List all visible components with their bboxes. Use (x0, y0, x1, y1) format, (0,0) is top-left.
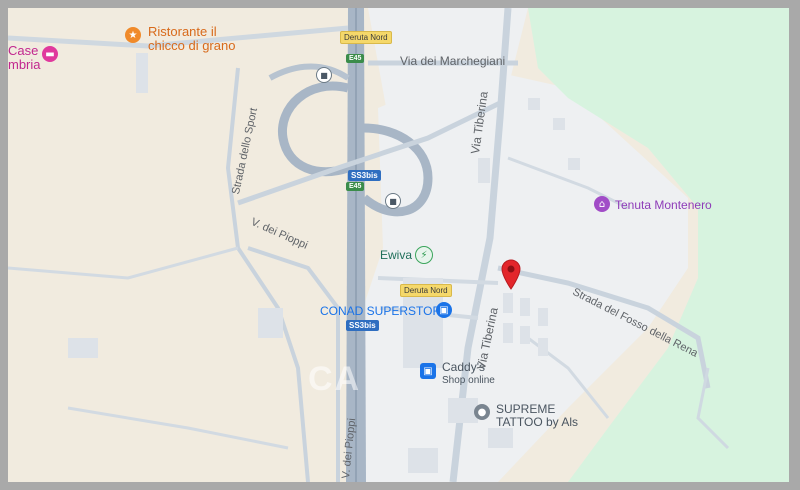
house-icon[interactable]: ⌂ (594, 196, 610, 212)
exit-sign-deruta-nord: Deruta Nord (340, 31, 392, 44)
route-shield-e45: E45 (346, 182, 365, 191)
place-tenuta-montenero[interactable]: Tenuta Montenero (615, 198, 712, 212)
map-canvas[interactable]: Deruta Nord E45 SS3bis E45 Deruta Nord S… (8, 8, 789, 482)
bed-icon[interactable]: ▬ (42, 46, 58, 62)
place-ristorante-il-chicco-di-grano[interactable]: Ristorante il chicco di grano (148, 25, 235, 53)
map-graphics (8, 8, 789, 482)
route-shield-ss3bis: SS3bis (348, 170, 381, 181)
route-shield-e45: E45 (346, 54, 365, 63)
place-caddys-subtitle: Shop online (442, 375, 495, 386)
exit-sign-deruta-nord: Deruta Nord (400, 284, 452, 297)
road-label-via-dei-marchegiani: Via dei Marchegiani (400, 54, 506, 68)
bus-stop-icon[interactable]: ■ (385, 193, 401, 209)
bus-stop-icon[interactable]: ■ (316, 67, 332, 83)
shopping-bag-icon[interactable]: ▣ (420, 363, 436, 379)
place-ewiva[interactable]: Ewiva (380, 248, 412, 262)
place-conad-superstore[interactable]: CONAD SUPERSTORE (320, 304, 449, 318)
place-supreme-tattoo[interactable]: SUPREME TATTOO by Als (496, 403, 578, 429)
cart-icon[interactable]: ▣ (436, 302, 452, 318)
watermark-logo: CA (308, 360, 362, 398)
place-case-umbria[interactable]: Case mbria (8, 44, 41, 72)
bolt-icon[interactable]: ⚡ (415, 246, 433, 264)
map-frame: Deruta Nord E45 SS3bis E45 Deruta Nord S… (0, 0, 800, 490)
location-marker-icon[interactable] (500, 258, 522, 290)
pin-icon[interactable]: ● (474, 404, 490, 420)
route-shield-ss3bis: SS3bis (346, 320, 379, 331)
fork-knife-icon[interactable]: ★ (125, 27, 141, 43)
